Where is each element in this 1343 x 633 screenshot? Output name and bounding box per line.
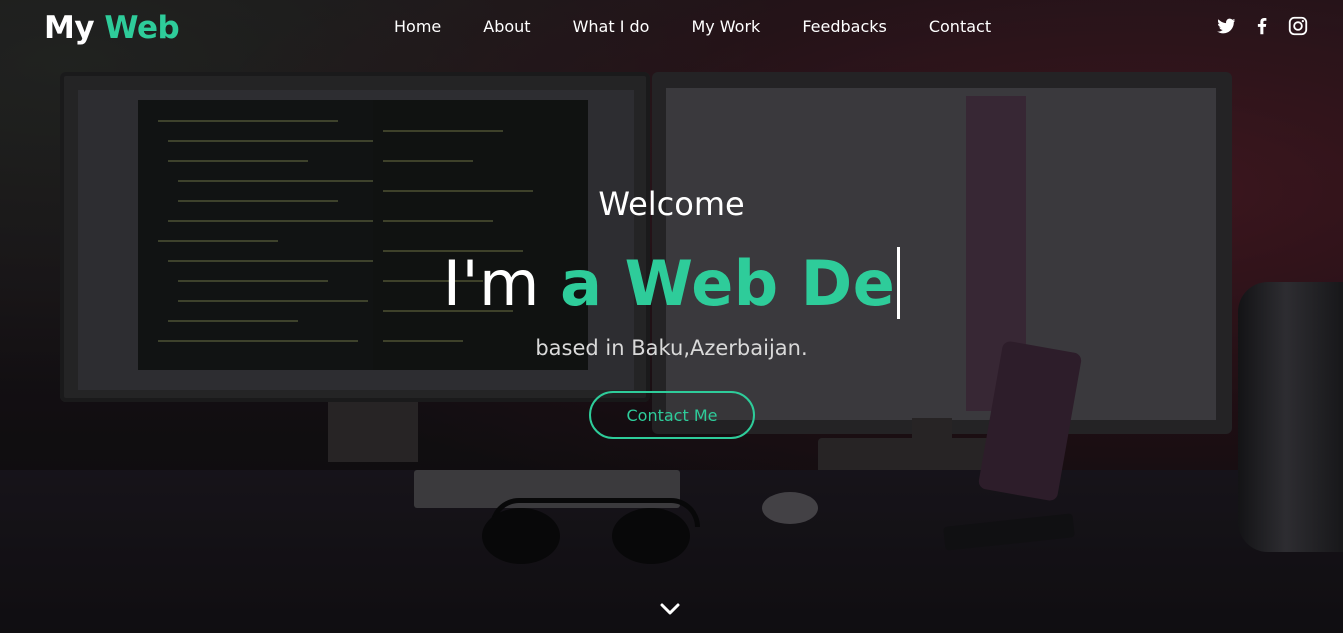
headline-typed-text: a Web De [560, 247, 896, 320]
hero-section: My Web Home About What I do My Work Feed… [0, 0, 1343, 633]
chevron-down-icon[interactable] [659, 600, 681, 618]
headline-prefix: I'm [442, 247, 561, 320]
hero-subtitle: based in Baku,Azerbaijan. [535, 336, 808, 360]
typing-cursor [897, 247, 901, 319]
welcome-heading: Welcome [598, 185, 745, 223]
contact-me-button[interactable]: Contact Me [589, 391, 755, 439]
hero-headline: I'm a Web De [0, 246, 1343, 322]
hero-content: Welcome I'm a Web De based in Baku,Azerb… [0, 0, 1343, 633]
